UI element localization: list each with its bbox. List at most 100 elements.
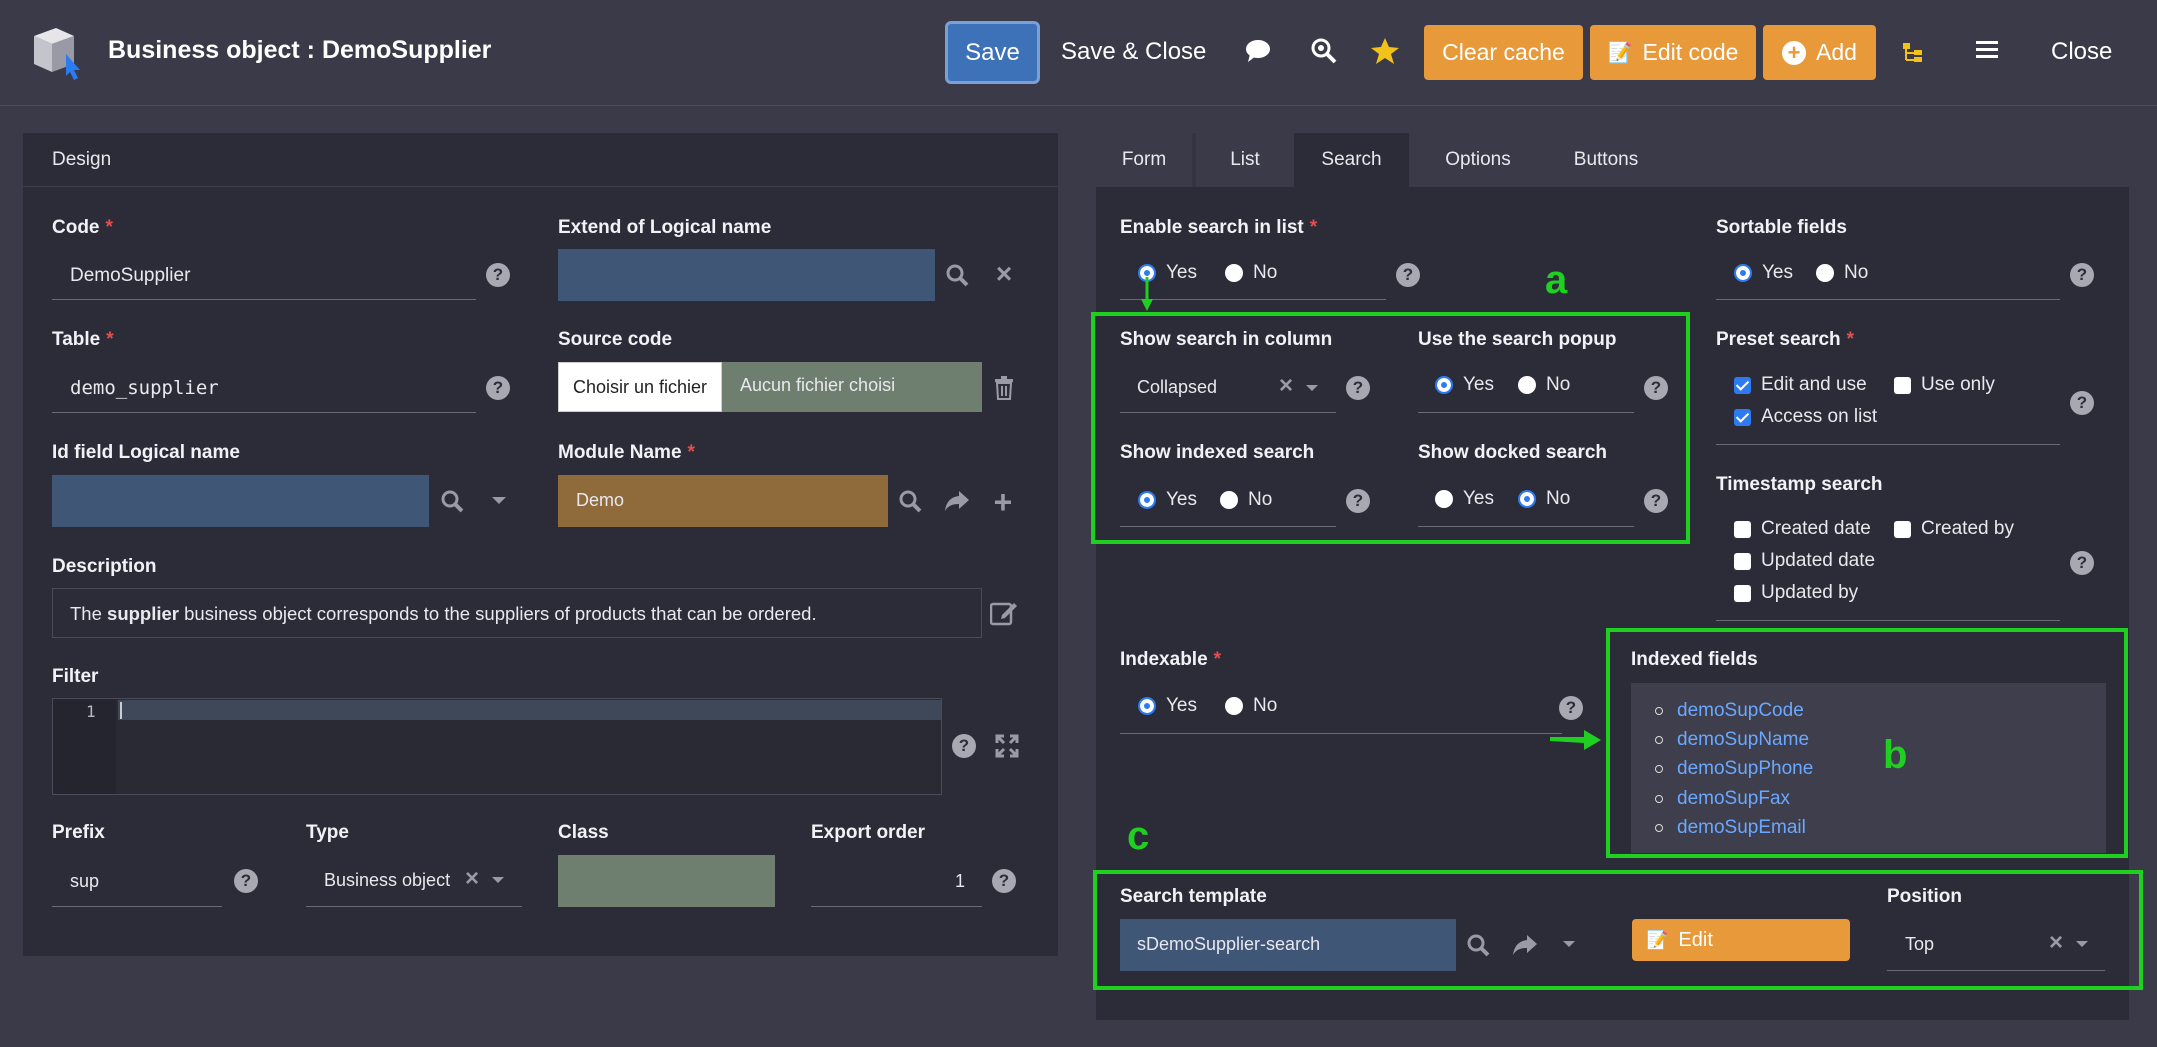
edit-code-button[interactable]: 📝 Edit code xyxy=(1590,25,1756,80)
indexable-no[interactable]: No xyxy=(1225,695,1277,717)
radio-empty-icon xyxy=(1518,376,1536,394)
tab-buttons[interactable]: Buttons xyxy=(1547,133,1665,187)
save-close-button[interactable]: Save & Close xyxy=(1061,38,1206,66)
code-label: Code * xyxy=(52,217,113,238)
module-share-icon[interactable] xyxy=(944,490,970,512)
module-add-icon[interactable]: + xyxy=(990,484,1016,521)
filter-gutter xyxy=(53,699,116,794)
filter-label: Filter xyxy=(52,666,99,687)
sortable-help-icon[interactable]: ? xyxy=(2070,263,2094,287)
position-dropdown-icon[interactable] xyxy=(2076,941,2088,947)
indexed-search-yes[interactable]: Yes xyxy=(1138,489,1197,511)
template-label: Search template xyxy=(1120,886,1267,907)
type-dropdown-icon[interactable] xyxy=(492,877,504,883)
indexed-field-item[interactable]: demoSupName xyxy=(1655,729,1809,751)
indexed-field-item[interactable]: demoSupCode xyxy=(1655,700,1804,722)
type-label: Type xyxy=(306,822,349,843)
description-edit-icon[interactable] xyxy=(989,600,1018,626)
indexed-search-help-icon[interactable]: ? xyxy=(1346,489,1370,513)
menu-icon[interactable] xyxy=(1976,40,1998,60)
checkbox-empty-icon xyxy=(1894,376,1911,394)
table-help-icon[interactable]: ? xyxy=(486,376,510,400)
show-col-clear-icon[interactable]: × xyxy=(1276,372,1296,400)
preset-edit-and-use[interactable]: Edit and use xyxy=(1734,374,1867,396)
radio-selected-icon xyxy=(1734,264,1752,282)
idfield-input[interactable] xyxy=(52,475,429,527)
enable-search-no[interactable]: No xyxy=(1225,262,1277,284)
tab-form[interactable]: Form xyxy=(1096,133,1196,187)
class-input[interactable] xyxy=(558,855,775,907)
description-label: Description xyxy=(52,556,157,577)
filter-cursor xyxy=(120,702,122,719)
show-col-dropdown-icon[interactable] xyxy=(1306,385,1318,391)
show-col-help-icon[interactable]: ? xyxy=(1346,376,1370,400)
sortable-no[interactable]: No xyxy=(1816,262,1868,284)
indexed-search-no[interactable]: No xyxy=(1220,489,1272,511)
timestamp-created-by[interactable]: Created by xyxy=(1894,518,2014,540)
docked-yes[interactable]: Yes xyxy=(1435,488,1494,510)
extend-label: Extend of Logical name xyxy=(558,217,772,238)
popup-yes[interactable]: Yes xyxy=(1435,374,1494,396)
preset-use-only[interactable]: Use only xyxy=(1894,374,1995,396)
template-edit-button[interactable]: 📝 Edit xyxy=(1632,919,1850,961)
docked-no[interactable]: No xyxy=(1518,488,1570,510)
indexed-field-item[interactable]: demoSupEmail xyxy=(1655,817,1806,839)
extend-search-icon[interactable] xyxy=(945,263,969,287)
filter-line-number: 1 xyxy=(86,702,96,721)
table-label: Table * xyxy=(52,329,114,350)
preset-help-icon[interactable]: ? xyxy=(2070,391,2094,415)
indexed-fields-label: Indexed fields xyxy=(1631,649,1758,670)
module-search-icon[interactable] xyxy=(898,489,922,513)
extend-input[interactable] xyxy=(558,249,935,301)
choose-file-button[interactable]: Choisir un fichier xyxy=(558,362,722,412)
type-clear-icon[interactable]: × xyxy=(462,865,482,893)
popup-no[interactable]: No xyxy=(1518,374,1570,396)
comment-icon[interactable] xyxy=(1244,38,1272,64)
sortable-yes[interactable]: Yes xyxy=(1734,262,1793,284)
enable-search-label: Enable search in list * xyxy=(1120,217,1318,238)
trash-icon[interactable] xyxy=(994,376,1014,400)
search-zoom-icon[interactable] xyxy=(1310,37,1338,65)
clear-cache-button[interactable]: Clear cache xyxy=(1424,25,1583,80)
filter-help-icon[interactable]: ? xyxy=(952,734,976,758)
export-order-help-icon[interactable]: ? xyxy=(992,869,1016,893)
indexed-field-item[interactable]: demoSupPhone xyxy=(1655,758,1813,780)
popup-help-icon[interactable]: ? xyxy=(1644,376,1668,400)
radio-selected-icon xyxy=(1518,490,1536,508)
tab-list[interactable]: List xyxy=(1200,133,1290,187)
indexable-help-icon[interactable]: ? xyxy=(1559,696,1583,720)
filter-expand-icon[interactable] xyxy=(995,734,1019,758)
timestamp-updated-by[interactable]: Updated by xyxy=(1734,582,1858,604)
tab-search[interactable]: Search xyxy=(1294,133,1409,187)
star-icon[interactable] xyxy=(1370,37,1400,65)
prefix-help-icon[interactable]: ? xyxy=(234,869,258,893)
docked-help-icon[interactable]: ? xyxy=(1644,489,1668,513)
enable-search-help-icon[interactable]: ? xyxy=(1396,263,1420,287)
tree-icon[interactable] xyxy=(1902,42,1924,64)
idfield-dropdown-icon[interactable] xyxy=(492,497,506,504)
indexable-yes[interactable]: Yes xyxy=(1138,695,1197,717)
timestamp-updated-date[interactable]: Updated date xyxy=(1734,550,1875,572)
template-share-icon[interactable] xyxy=(1512,934,1538,956)
save-button[interactable]: Save xyxy=(945,21,1040,84)
show-col-label: Show search in column xyxy=(1120,329,1333,350)
code-help-icon[interactable]: ? xyxy=(486,263,510,287)
tab-options[interactable]: Options xyxy=(1413,133,1543,187)
template-search-icon[interactable] xyxy=(1466,933,1490,957)
extend-clear-icon[interactable]: × xyxy=(992,258,1016,290)
template-dropdown-icon[interactable] xyxy=(1563,941,1575,947)
preset-access-on-list[interactable]: Access on list xyxy=(1734,406,1877,428)
checkbox-checked-icon xyxy=(1734,408,1751,426)
idfield-search-icon[interactable] xyxy=(440,489,464,513)
close-button[interactable]: Close xyxy=(2051,38,2112,66)
add-button[interactable]: + Add xyxy=(1763,25,1876,80)
timestamp-help-icon[interactable]: ? xyxy=(2070,551,2094,575)
timestamp-created-date[interactable]: Created date xyxy=(1734,518,1871,540)
docked-label: Show docked search xyxy=(1418,442,1608,463)
indexable-label: Indexable * xyxy=(1120,649,1222,670)
indexed-field-item[interactable]: demoSupFax xyxy=(1655,788,1790,810)
position-clear-icon[interactable]: × xyxy=(2046,929,2066,957)
list-bullet-icon xyxy=(1655,736,1663,744)
radio-empty-icon xyxy=(1220,491,1238,509)
radio-selected-icon xyxy=(1435,376,1453,394)
